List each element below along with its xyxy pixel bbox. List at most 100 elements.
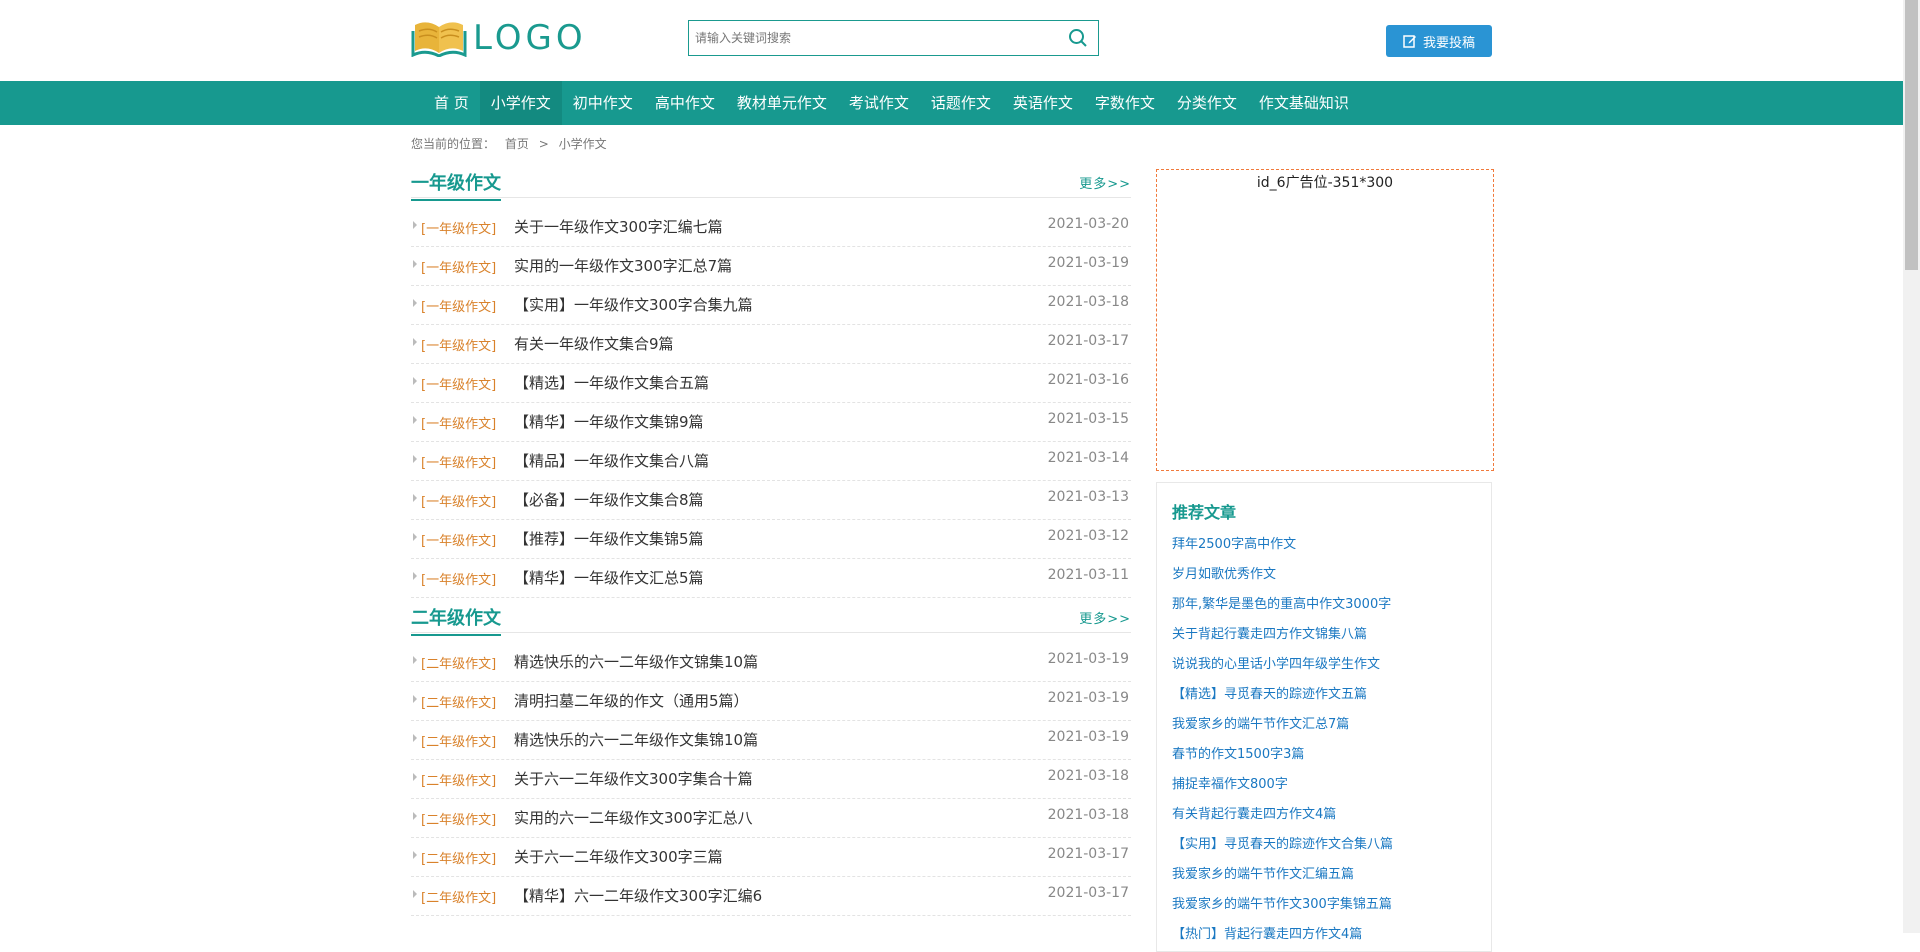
recommended-link[interactable]: 【实用】寻觅春天的踪迹作文合集八篇 [1172,830,1393,860]
article-row[interactable]: [二年级作文] 精选快乐的六一二年级作文锦集10篇 2021-03-19 [411,643,1131,682]
article-row[interactable]: [二年级作文] 精选快乐的六一二年级作文集锦10篇 2021-03-19 [411,721,1131,760]
ad-label: id_6广告位-351*300 [1256,175,1394,191]
category-tag[interactable]: [一年级作文] [421,218,496,237]
recommended-link[interactable]: 我爱家乡的端午节作文300字集锦五篇 [1172,890,1393,920]
article-row[interactable]: [二年级作文] 清明扫墓二年级的作文（通用5篇） 2021-03-19 [411,682,1131,721]
nav-item[interactable]: 作文基础知识 [1248,81,1360,125]
recommended-link[interactable]: 岁月如歌优秀作文 [1172,560,1393,590]
nav-item[interactable]: 首 页 [423,81,480,125]
recommended-link[interactable]: 关于背起行囊走四方作文锦集八篇 [1172,620,1393,650]
article-row[interactable]: [一年级作文] 【精华】一年级作文汇总5篇 2021-03-11 [411,559,1131,598]
article-title[interactable]: 【精华】一年级作文集锦9篇 [514,411,704,432]
article-date: 2021-03-14 [1047,450,1129,466]
article-title[interactable]: 精选快乐的六一二年级作文锦集10篇 [514,651,758,672]
category-tag[interactable]: [二年级作文] [421,653,496,672]
recommended-link[interactable]: 说说我的心里话小学四年级学生作文 [1172,650,1393,680]
article-title[interactable]: 【精选】一年级作文集合五篇 [514,372,709,393]
article-title[interactable]: 实用的六一二年级作文300字汇总八 [514,807,753,828]
article-row[interactable]: [二年级作文] 实用的六一二年级作文300字汇总八 2021-03-18 [411,799,1131,838]
article-title[interactable]: 精选快乐的六一二年级作文集锦10篇 [514,729,758,750]
article-row[interactable]: [一年级作文] 实用的一年级作文300字汇总7篇 2021-03-19 [411,247,1131,286]
category-tag[interactable]: [二年级作文] [421,848,496,867]
bullet-arrow-icon [413,656,417,664]
article-title[interactable]: 实用的一年级作文300字汇总7篇 [514,255,732,276]
article-row[interactable]: [二年级作文] 关于六一二年级作文300字三篇 2021-03-17 [411,838,1131,877]
article-row[interactable]: [一年级作文] 【精品】一年级作文集合八篇 2021-03-14 [411,442,1131,481]
recommended-link[interactable]: 我爱家乡的端午节作文汇编五篇 [1172,860,1393,890]
recommended-link[interactable]: 捕捉幸福作文800字 [1172,770,1393,800]
nav-item[interactable]: 考试作文 [838,81,920,125]
article-title[interactable]: 【推荐】一年级作文集锦5篇 [514,528,704,549]
category-tag[interactable]: [二年级作文] [421,770,496,789]
article-row[interactable]: [一年级作文] 【必备】一年级作文集合8篇 2021-03-13 [411,481,1131,520]
nav-item[interactable]: 英语作文 [1002,81,1084,125]
article-title[interactable]: 【精华】六一二年级作文300字汇编6 [514,885,762,906]
breadcrumb-current: 小学作文 [558,137,607,151]
bullet-arrow-icon [413,890,417,898]
article-date: 2021-03-19 [1047,729,1129,745]
category-tag[interactable]: [一年级作文] [421,413,496,432]
recommended-link[interactable]: 春节的作文1500字3篇 [1172,740,1393,770]
recommended-link[interactable]: 有关背起行囊走四方作文4篇 [1172,800,1393,830]
breadcrumb-home[interactable]: 首页 [505,137,529,151]
article-date: 2021-03-17 [1047,846,1129,862]
recommended-link[interactable]: 我爱家乡的端午节作文汇总7篇 [1172,710,1393,740]
article-row[interactable]: [二年级作文] 【精华】六一二年级作文300字汇编6 2021-03-17 [411,877,1131,916]
article-list-grade2: [二年级作文] 精选快乐的六一二年级作文锦集10篇 2021-03-19 [二年级作文… [411,643,1131,916]
article-title[interactable]: 有关一年级作文集合9篇 [514,333,674,354]
nav-item[interactable]: 字数作文 [1084,81,1166,125]
category-tag[interactable]: [二年级作文] [421,692,496,711]
ad-placeholder[interactable]: id_6广告位-351*300 [1156,169,1494,471]
article-row[interactable]: [一年级作文] 有关一年级作文集合9篇 2021-03-17 [411,325,1131,364]
category-tag[interactable]: [一年级作文] [421,296,496,315]
article-title[interactable]: 关于六一二年级作文300字三篇 [514,846,723,867]
nav-item[interactable]: 话题作文 [920,81,1002,125]
article-title[interactable]: 清明扫墓二年级的作文（通用5篇） [514,690,749,711]
scrollbar-thumb[interactable] [1905,0,1918,270]
submit-label: 我要投稿 [1422,35,1475,51]
article-date: 2021-03-12 [1047,528,1129,544]
article-row[interactable]: [一年级作文] 【精选】一年级作文集合五篇 2021-03-16 [411,364,1131,403]
nav-item[interactable]: 分类作文 [1166,81,1248,125]
article-title[interactable]: 【精华】一年级作文汇总5篇 [514,567,704,588]
article-title[interactable]: 【必备】一年级作文集合8篇 [514,489,704,510]
more-link[interactable]: 更多>> [1079,608,1131,627]
recommended-link[interactable]: 【热门】背起行囊走四方作文4篇 [1172,920,1393,950]
nav-item[interactable]: 小学作文 [479,81,562,125]
category-tag[interactable]: [二年级作文] [421,887,496,906]
recommended-link[interactable]: 那年,繁华是墨色的重高中作文3000字 [1172,590,1393,620]
nav-item[interactable]: 高中作文 [644,81,726,125]
more-link[interactable]: 更多>> [1079,173,1131,192]
recommended-link[interactable]: 【精选】寻觅春天的踪迹作文五篇 [1172,680,1393,710]
page-scrollbar[interactable] [1903,0,1920,933]
article-title[interactable]: 【精品】一年级作文集合八篇 [514,450,709,471]
bullet-arrow-icon [413,851,417,859]
nav-item[interactable]: 初中作文 [562,81,644,125]
search-icon[interactable] [1058,21,1098,55]
category-tag[interactable]: [一年级作文] [421,257,496,276]
category-tag[interactable]: [一年级作文] [421,374,496,393]
section-header-grade2: 二年级作文 更多>> [411,602,1131,636]
bullet-arrow-icon [413,416,417,424]
category-tag[interactable]: [二年级作文] [421,809,496,828]
recommended-link[interactable]: 拜年2500字高中作文 [1172,530,1393,560]
article-title[interactable]: 关于六一二年级作文300字集合十篇 [514,768,753,789]
article-title[interactable]: 关于一年级作文300字汇编七篇 [514,216,723,237]
bullet-arrow-icon [413,221,417,229]
site-logo[interactable]: LOGO [411,18,587,58]
category-tag[interactable]: [一年级作文] [421,491,496,510]
category-tag[interactable]: [一年级作文] [421,335,496,354]
article-row[interactable]: [一年级作文] 【推荐】一年级作文集锦5篇 2021-03-12 [411,520,1131,559]
nav-item[interactable]: 教材单元作文 [726,81,838,125]
category-tag[interactable]: [二年级作文] [421,731,496,750]
article-row[interactable]: [一年级作文] 【实用】一年级作文300字合集九篇 2021-03-18 [411,286,1131,325]
article-row[interactable]: [一年级作文] 【精华】一年级作文集锦9篇 2021-03-15 [411,403,1131,442]
submit-article-button[interactable]: 我要投稿 [1386,25,1492,57]
article-title[interactable]: 【实用】一年级作文300字合集九篇 [514,294,753,315]
category-tag[interactable]: [一年级作文] [421,569,496,588]
category-tag[interactable]: [一年级作文] [421,530,496,549]
article-row[interactable]: [一年级作文] 关于一年级作文300字汇编七篇 2021-03-20 [411,208,1131,247]
article-row[interactable]: [二年级作文] 关于六一二年级作文300字集合十篇 2021-03-18 [411,760,1131,799]
search-input[interactable] [693,22,1058,54]
category-tag[interactable]: [一年级作文] [421,452,496,471]
